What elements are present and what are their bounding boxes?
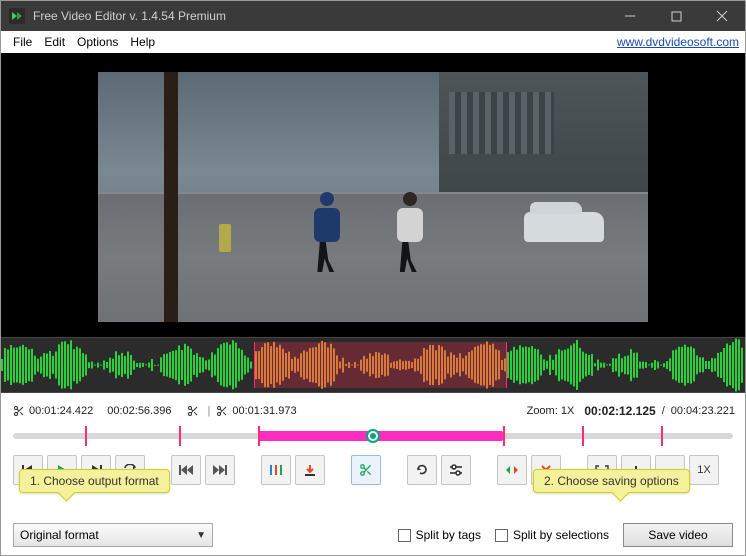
selection-start-time: 00:01:24.422 <box>29 405 93 417</box>
maximize-button[interactable] <box>653 1 699 31</box>
menu-file[interactable]: File <box>7 35 38 49</box>
playhead[interactable] <box>366 429 380 443</box>
checkbox-icon <box>398 529 411 542</box>
website-link[interactable]: www.dvdvideosoft.com <box>617 35 739 49</box>
menu-edit[interactable]: Edit <box>38 35 71 49</box>
split-by-tags-checkbox[interactable]: Split by tags <box>398 528 481 542</box>
menu-options[interactable]: Options <box>71 35 124 49</box>
settings-button[interactable] <box>441 455 471 485</box>
zoom-reset-button[interactable]: 1X <box>689 455 719 485</box>
bottom-row: Original format ▼ Split by tags Split by… <box>1 523 745 547</box>
minimize-button[interactable] <box>607 1 653 31</box>
tip-output-format: 1. Choose output format <box>19 469 170 493</box>
total-time: 00:04:23.221 <box>671 405 735 417</box>
output-format-value: Original format <box>20 528 99 542</box>
menu-help[interactable]: Help <box>124 35 161 49</box>
save-video-button[interactable]: Save video <box>623 523 733 547</box>
invert-selection-button[interactable] <box>497 455 527 485</box>
goto-start-button[interactable] <box>171 455 201 485</box>
selection-end-time: 00:02:56.396 <box>107 405 171 417</box>
menubar: File Edit Options Help www.dvdvideosoft.… <box>1 31 745 53</box>
close-button[interactable] <box>699 1 745 31</box>
tip-saving-options: 2. Choose saving options <box>533 469 690 493</box>
goto-end-button[interactable] <box>205 455 235 485</box>
rotate-button[interactable] <box>407 455 437 485</box>
output-format-select[interactable]: Original format ▼ <box>13 523 213 547</box>
markers-button[interactable] <box>261 455 291 485</box>
selection-duration: 00:01:31.973 <box>232 405 296 417</box>
timeline-ruler[interactable] <box>13 425 733 447</box>
current-time: 00:02:12.125 <box>584 404 655 418</box>
scissors-icon <box>13 405 25 417</box>
waveform-selection[interactable] <box>254 342 507 388</box>
video-frame <box>98 72 648 322</box>
zoom-label: Zoom: 1X <box>527 405 575 417</box>
app-logo-icon <box>9 8 25 24</box>
chevron-down-icon: ▼ <box>196 530 206 541</box>
scissors-icon <box>187 405 199 417</box>
window-title: Free Video Editor v. 1.4.54 Premium <box>33 9 607 23</box>
cut-button[interactable] <box>351 455 381 485</box>
set-marker-button[interactable] <box>295 455 325 485</box>
titlebar: Free Video Editor v. 1.4.54 Premium <box>1 1 745 31</box>
video-preview[interactable] <box>1 53 745 337</box>
timeline-selection[interactable] <box>258 431 503 441</box>
waveform[interactable] <box>1 337 745 393</box>
scissors-icon <box>216 405 228 417</box>
timecode-row: 00:01:24.422 00:02:56.396 | 00:01:31.973… <box>1 399 745 423</box>
checkbox-icon <box>495 529 508 542</box>
split-by-selections-checkbox[interactable]: Split by selections <box>495 528 609 542</box>
